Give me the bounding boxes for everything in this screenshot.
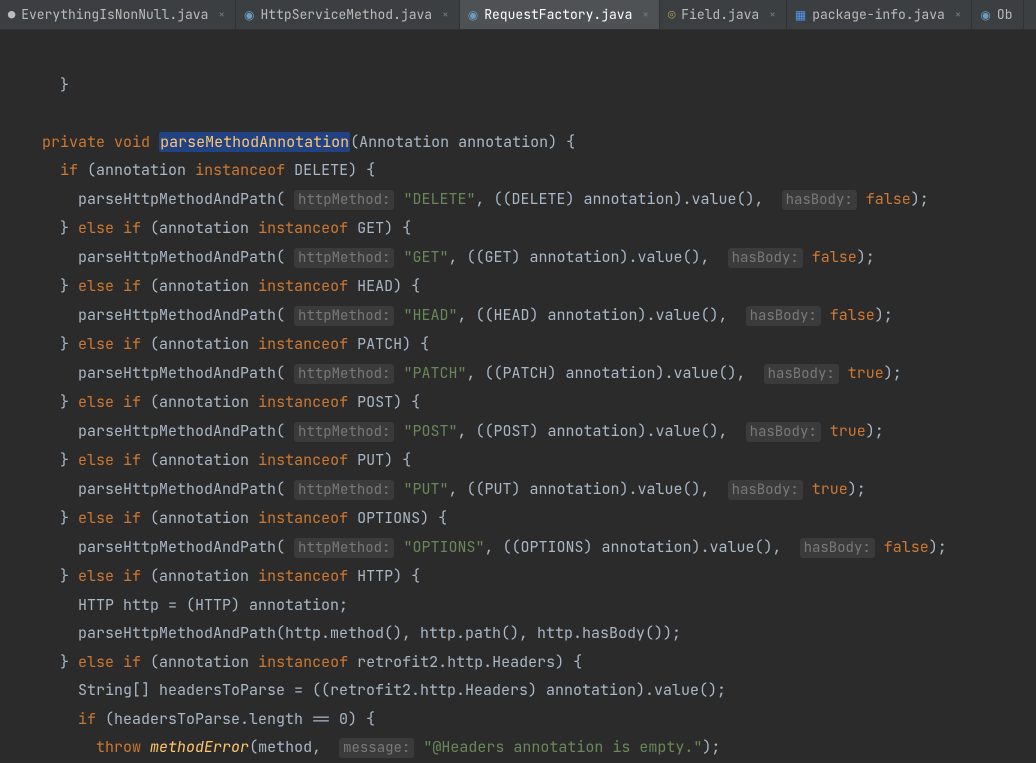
java-class-icon: ◉ — [468, 7, 478, 23]
tab-label: package-info.java — [812, 6, 945, 23]
tab-bar: ● EverythingIsNonNull.java × ◉ HttpServi… — [0, 0, 1036, 30]
kw-void: void — [114, 132, 150, 152]
tab-label: HttpServiceMethod.java — [261, 6, 433, 23]
tab-label: Field.java — [681, 6, 759, 23]
close-icon[interactable]: × — [218, 8, 225, 22]
java-file-icon: ▦ — [795, 7, 806, 23]
tab-packageinfo[interactable]: ▦ package-info.java × — [787, 0, 973, 29]
kw-if: if — [60, 160, 78, 180]
close-icon[interactable]: × — [642, 8, 649, 22]
method-name-selected: parseMethodAnnotation — [159, 132, 350, 152]
tab-ob[interactable]: ◉ Ob — [972, 0, 1023, 29]
close-icon[interactable]: × — [442, 8, 449, 22]
tab-field[interactable]: ◎ Field.java × — [660, 0, 787, 29]
tab-label: EverythingIsNonNull.java — [21, 6, 208, 23]
close-icon[interactable]: × — [955, 8, 962, 22]
close-icon[interactable]: × — [769, 8, 776, 22]
kw-private: private — [42, 132, 105, 152]
tab-everything[interactable]: ● EverythingIsNonNull.java × — [0, 0, 236, 29]
tab-label: RequestFactory.java — [484, 6, 632, 23]
code-editor[interactable]: } private void parseMethodAnnotation(Ann… — [0, 30, 1036, 763]
java-class-icon: ● — [8, 7, 15, 23]
tab-httpservice[interactable]: ◉ HttpServiceMethod.java × — [236, 0, 460, 29]
method-sig: (Annotation annotation) { — [350, 132, 575, 152]
tab-requestfactory[interactable]: ◉ RequestFactory.java × — [460, 0, 660, 29]
java-annotation-icon: ◎ — [668, 7, 675, 23]
java-class-icon: ◉ — [980, 7, 990, 23]
java-class-icon: ◉ — [244, 7, 254, 23]
tab-label: Ob — [997, 6, 1013, 23]
